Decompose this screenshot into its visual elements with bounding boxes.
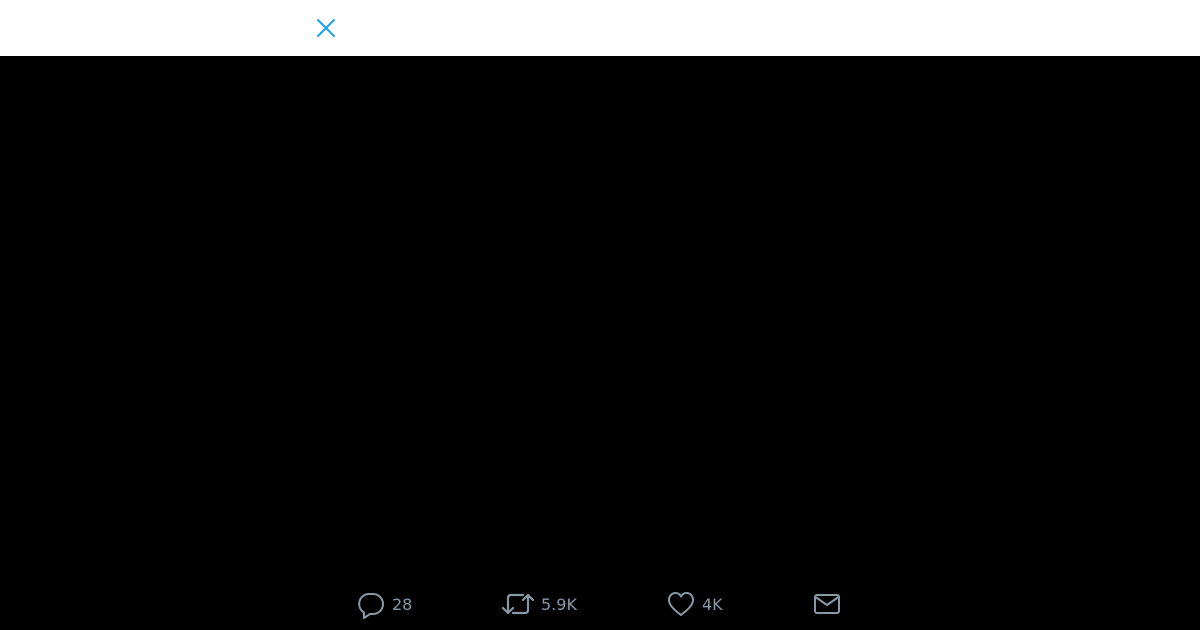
reply-bubble-icon	[356, 589, 386, 619]
close-button[interactable]	[312, 14, 340, 42]
direct-message-button[interactable]	[812, 586, 842, 622]
envelope-icon	[812, 589, 842, 619]
top-bar	[0, 0, 1200, 56]
tweet-action-bar: 28 5.9K 4K	[356, 586, 846, 622]
reply-count: 28	[392, 594, 413, 614]
close-icon	[317, 19, 335, 37]
retweet-icon	[501, 589, 535, 619]
like-count: 4K	[702, 594, 723, 614]
reply-button[interactable]: 28	[356, 586, 412, 622]
retweet-count: 5.9K	[541, 594, 577, 614]
heart-icon	[666, 589, 696, 619]
like-button[interactable]: 4K	[666, 586, 723, 622]
retweet-button[interactable]: 5.9K	[501, 586, 577, 622]
media-viewer[interactable]	[0, 56, 1200, 630]
